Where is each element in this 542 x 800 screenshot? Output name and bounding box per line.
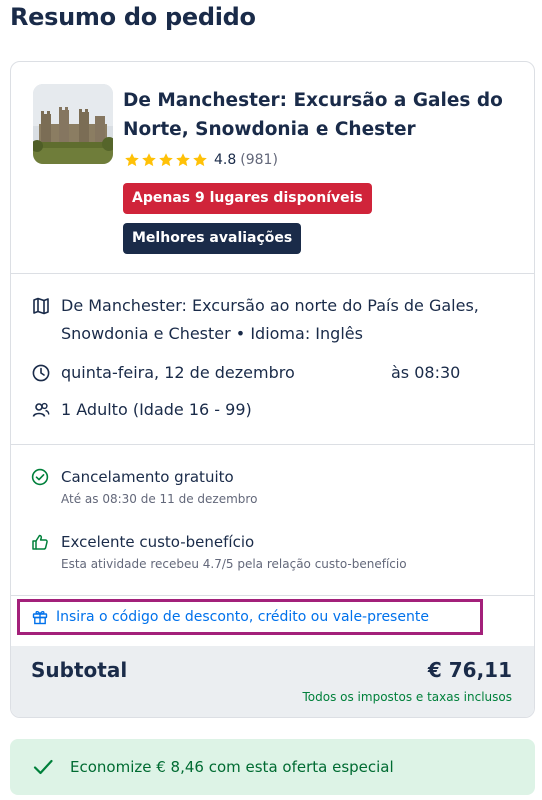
participants-row: 1 Adulto (Idade 16 - 99) (31, 396, 491, 424)
promo-code-link[interactable]: Insira o código de desconto, crédito ou … (17, 599, 483, 635)
star-icon (193, 153, 207, 167)
gift-icon (32, 611, 48, 625)
map-icon (33, 297, 49, 315)
option-row: De Manchester: Excursão ao norte do País… (31, 292, 491, 348)
savings-text: Economize € 8,46 com esta oferta especia… (70, 758, 394, 776)
star-icon (176, 153, 190, 167)
value-title: Excelente custo-benefício (61, 533, 255, 551)
star-rating (124, 152, 208, 168)
review-count[interactable]: (981) (240, 152, 278, 168)
check-circle-icon (31, 468, 49, 486)
rating-row: 4.8 (981) (124, 150, 278, 170)
taxes-note: Todos os impostos e taxas inclusos (302, 690, 512, 704)
star-icon (159, 153, 173, 167)
castle-image (33, 84, 113, 164)
page-title: Resumo do pedido (10, 3, 256, 31)
star-icon (125, 153, 139, 167)
divider (11, 595, 534, 596)
cancellation-title: Cancelamento gratuito (61, 468, 234, 486)
order-summary-card: De Manchester: Excursão a Gales do Norte… (10, 61, 535, 718)
date-text: quinta-feira, 12 de dezembro (61, 363, 295, 382)
star-icon (142, 153, 156, 167)
availability-badge: Apenas 9 lugares disponíveis (123, 183, 372, 214)
participants-text: 1 Adulto (Idade 16 - 99) (61, 400, 252, 419)
thumbs-up-icon (32, 534, 48, 550)
subtotal-amount: € 76,11 (427, 658, 512, 682)
clock-icon (32, 364, 50, 382)
activity-thumbnail[interactable] (33, 84, 113, 164)
promo-code-label[interactable]: Insira o código de desconto, crédito ou … (56, 609, 429, 625)
divider (11, 444, 534, 445)
value-subtitle: Esta atividade recebeu 4.7/5 pela relaçã… (61, 557, 407, 571)
divider (11, 273, 534, 274)
rating-value: 4.8 (214, 152, 237, 168)
option-text: De Manchester: Excursão ao norte do País… (61, 296, 479, 343)
people-icon (32, 402, 50, 417)
cancellation-subtitle: Até as 08:30 de 11 de dezembro (61, 492, 258, 506)
time-text: às 08:30 (391, 363, 461, 382)
savings-banner: Economize € 8,46 com esta oferta especia… (10, 739, 535, 795)
subtotal-section: Subtotal € 76,11 Todos os impostos e tax… (11, 646, 534, 717)
subtotal-label: Subtotal (31, 658, 128, 682)
date-time-row: quinta-feira, 12 de dezembro às 08:30 (31, 359, 460, 387)
value-for-money: Excelente custo-benefício Esta atividade… (31, 533, 407, 571)
top-rated-badge: Melhores avaliações (123, 223, 302, 254)
checkmark-icon (33, 759, 53, 775)
free-cancellation: Cancelamento gratuito Até as 08:30 de 11… (31, 468, 257, 506)
activity-title[interactable]: De Manchester: Excursão a Gales do Norte… (123, 86, 523, 144)
